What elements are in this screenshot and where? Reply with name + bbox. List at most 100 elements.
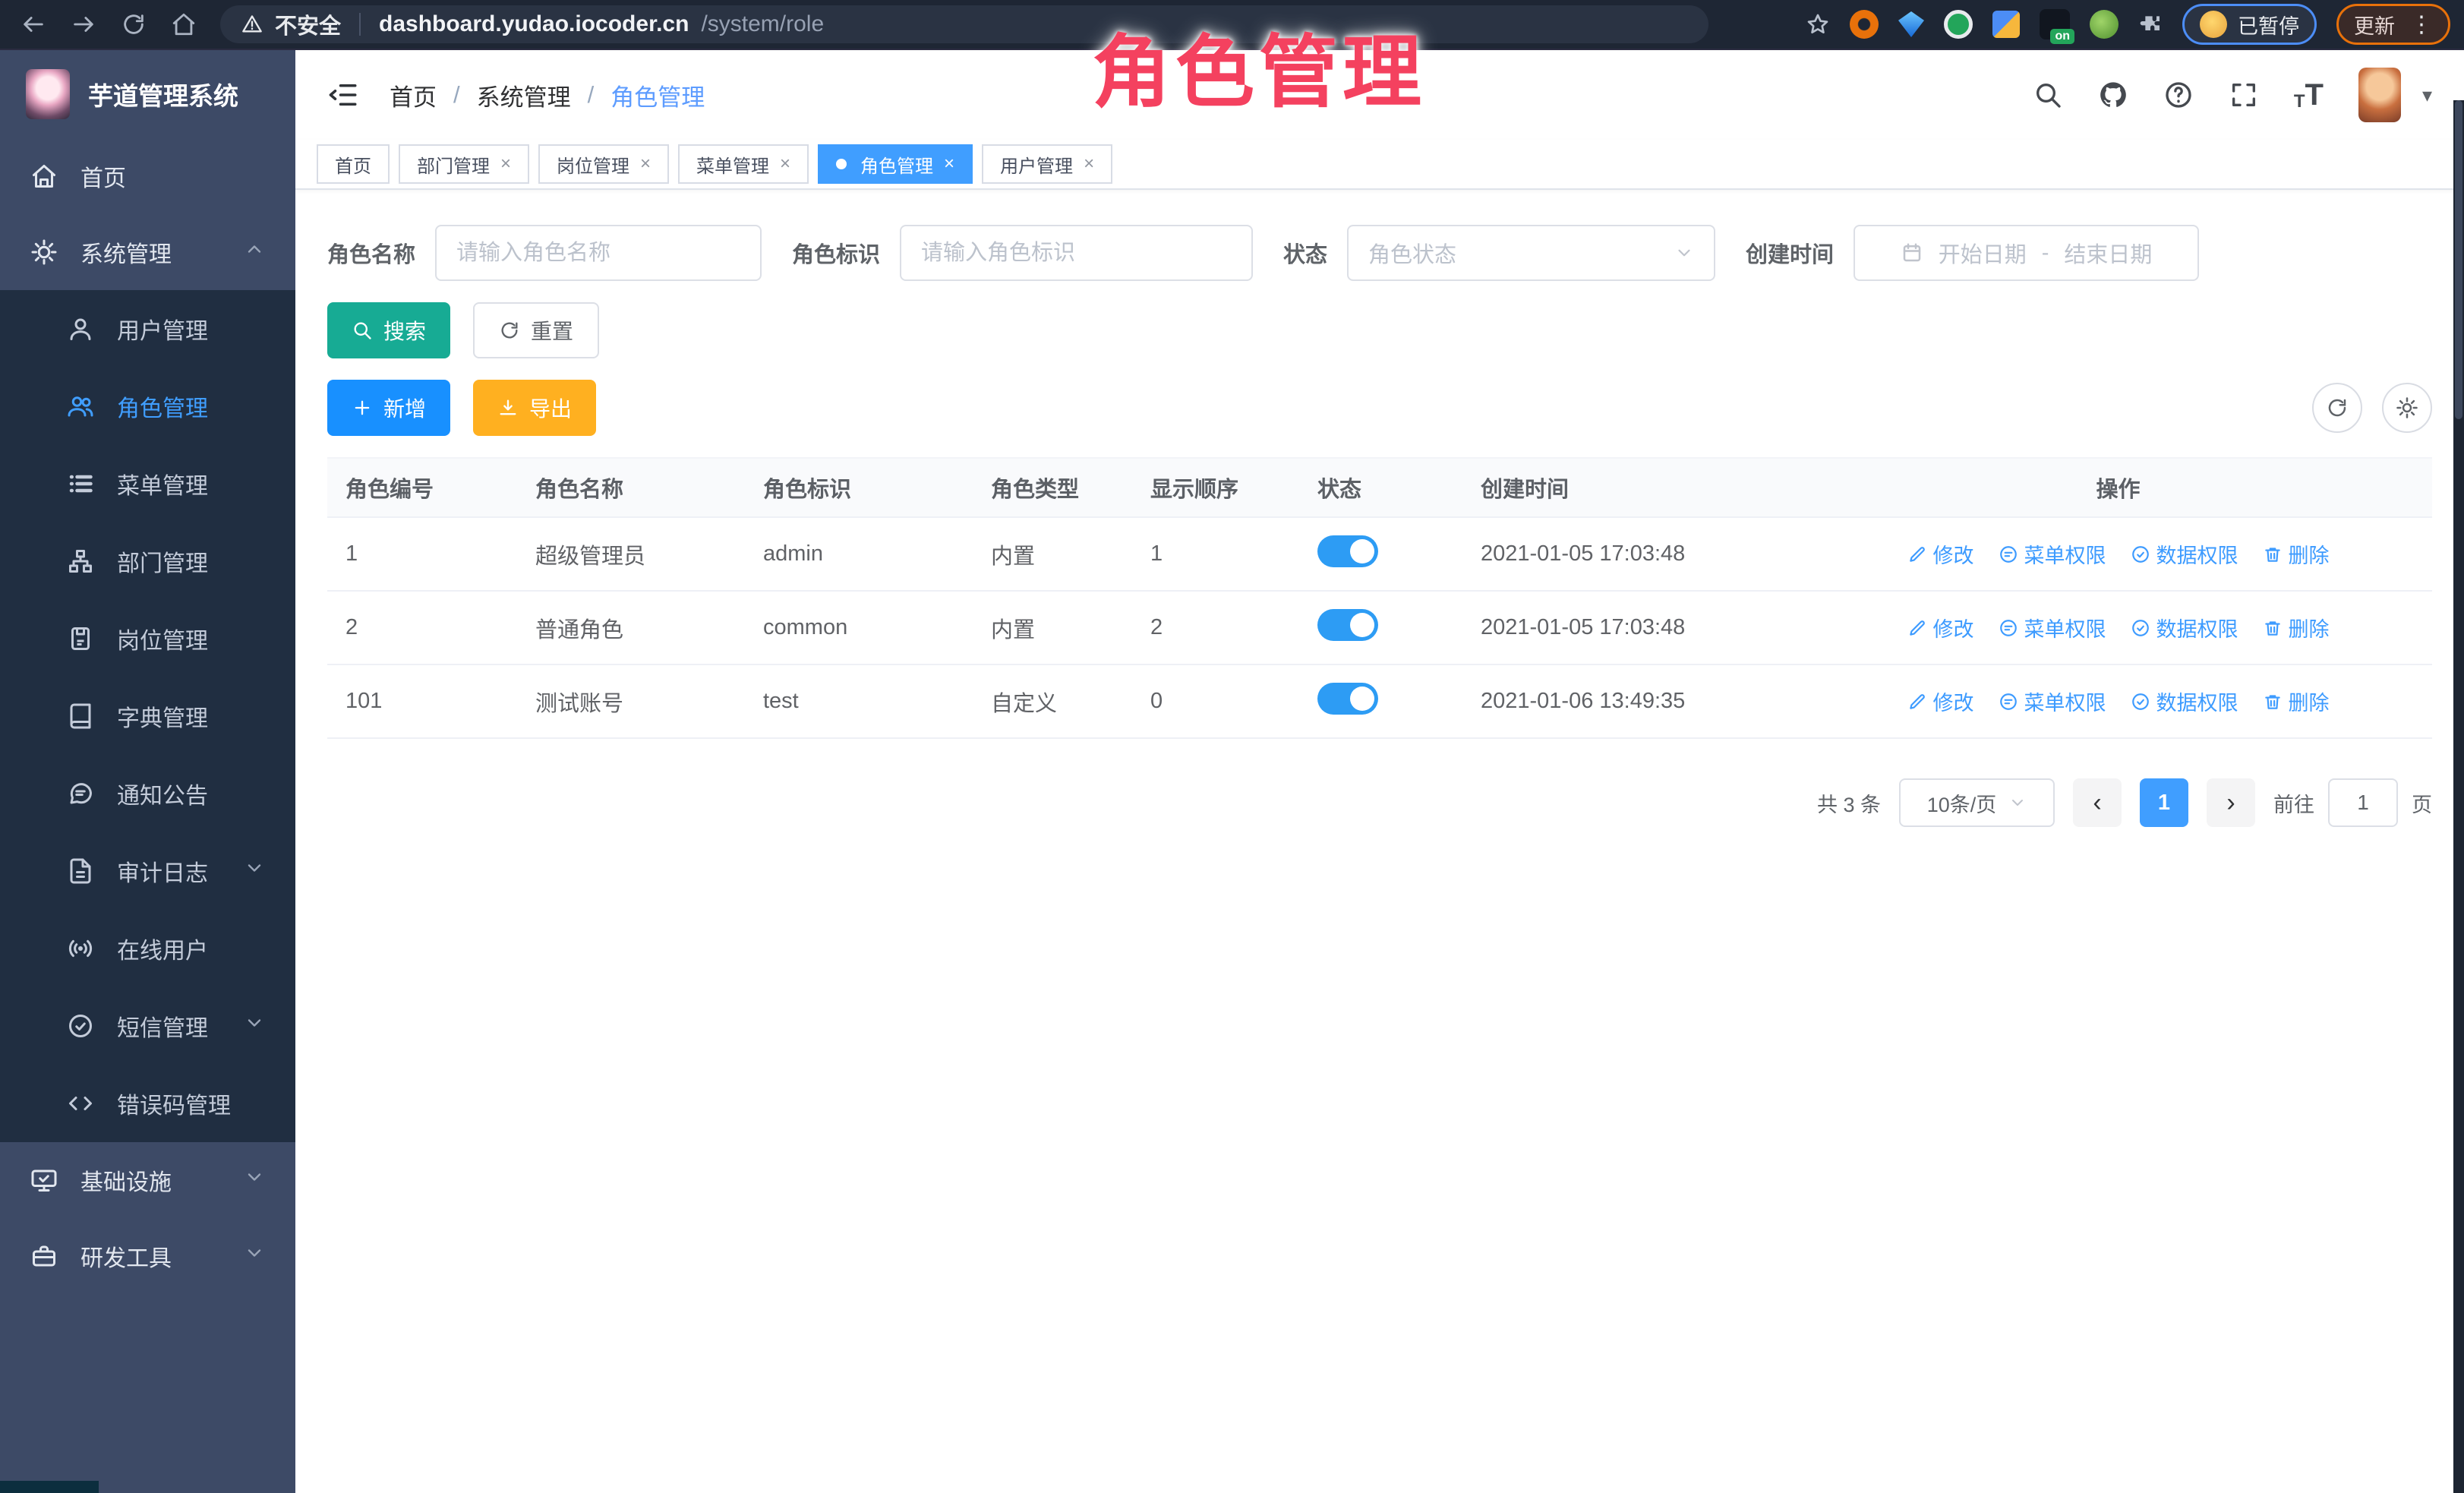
extension-grid-icon[interactable] xyxy=(1992,11,2020,38)
add-button[interactable]: 新增 xyxy=(327,380,450,436)
extension-monkey-icon[interactable] xyxy=(2090,10,2119,39)
sidebar-item-online-users[interactable]: 在线用户 xyxy=(0,910,295,987)
export-button-label: 导出 xyxy=(529,393,572,423)
extension-dark-icon[interactable]: on xyxy=(2040,9,2070,39)
edit-action[interactable]: 修改 xyxy=(1907,687,1974,716)
search-button[interactable]: 搜索 xyxy=(327,302,450,358)
profile-paused-pill[interactable]: 已暂停 xyxy=(2182,4,2317,45)
user-avatar[interactable] xyxy=(2358,68,2401,122)
cell-sort: 0 xyxy=(1132,664,1299,738)
close-icon[interactable]: × xyxy=(640,153,651,175)
status-select[interactable]: 角色状态 xyxy=(1347,225,1715,281)
refresh-table-button[interactable] xyxy=(2312,383,2362,433)
delete-action[interactable]: 删除 xyxy=(2263,687,2330,716)
column-settings-button[interactable] xyxy=(2382,383,2432,433)
edit-action[interactable]: 修改 xyxy=(1907,539,1974,569)
sidebar-item-dev-tools[interactable]: 研发工具 xyxy=(0,1218,295,1294)
header-role-id: 角色编号 xyxy=(327,458,517,517)
page-size-select[interactable]: 10条/页 xyxy=(1899,778,2055,827)
data-permission-action[interactable]: 数据权限 xyxy=(2131,539,2238,569)
app-logo[interactable]: 芋道管理系统 xyxy=(0,50,295,138)
sidebar-item-roles[interactable]: 角色管理 xyxy=(0,368,295,445)
back-icon[interactable] xyxy=(17,8,50,41)
sidebar-item-audit-log[interactable]: 审计日志 xyxy=(0,832,295,910)
sidebar-item-label: 短信管理 xyxy=(117,1009,208,1043)
github-icon[interactable] xyxy=(2098,80,2128,110)
sidebar-item-home[interactable]: 首页 xyxy=(0,138,295,214)
role-key-field[interactable] xyxy=(900,225,1253,281)
extension-green-icon[interactable] xyxy=(1944,10,1973,39)
chevron-down-icon xyxy=(1674,243,1694,263)
close-icon[interactable]: × xyxy=(1084,153,1094,175)
next-page-button[interactable]: › xyxy=(2207,778,2255,827)
help-icon[interactable] xyxy=(2163,80,2194,110)
tab-home[interactable]: 首页 xyxy=(317,144,390,184)
bookmark-star-icon[interactable] xyxy=(1806,12,1830,36)
tab-users[interactable]: 用户管理 × xyxy=(982,144,1112,184)
scrollbar-thumb[interactable] xyxy=(2455,100,2462,419)
sidebar-item-dictionary[interactable]: 字典管理 xyxy=(0,677,295,755)
breadcrumb-system[interactable]: 系统管理 xyxy=(477,78,571,112)
status-select-placeholder: 角色状态 xyxy=(1368,237,1456,269)
breadcrumb-home[interactable]: 首页 xyxy=(390,78,437,112)
sidebar-item-system[interactable]: 系统管理 xyxy=(0,214,295,290)
tab-posts[interactable]: 岗位管理 × xyxy=(538,144,669,184)
sidebar-item-sms[interactable]: 短信管理 xyxy=(0,987,295,1065)
export-button[interactable]: 导出 xyxy=(473,380,596,436)
edit-action[interactable]: 修改 xyxy=(1907,613,1974,642)
sidebar-fold-icon[interactable] xyxy=(327,79,359,111)
update-pill[interactable]: 更新 ⋮ xyxy=(2336,4,2450,45)
chrome-menu-icon[interactable]: ⋮ xyxy=(2410,11,2433,38)
search-button-label: 搜索 xyxy=(383,315,426,346)
role-name-input[interactable] xyxy=(456,241,740,266)
status-toggle-on[interactable] xyxy=(1317,535,1378,567)
status-toggle-on[interactable] xyxy=(1317,683,1378,715)
extension-gem-icon[interactable] xyxy=(1898,11,1924,37)
extension-orange-icon[interactable] xyxy=(1850,10,1879,39)
sidebar-item-users[interactable]: 用户管理 xyxy=(0,290,295,368)
close-icon[interactable]: × xyxy=(500,153,511,175)
tab-roles-active[interactable]: 角色管理 × xyxy=(818,144,973,184)
table-row: 101 测试账号 test 自定义 0 2021-01-06 13:49:35 … xyxy=(327,664,2432,738)
data-permission-action[interactable]: 数据权限 xyxy=(2131,687,2238,716)
prev-page-button[interactable]: ‹ xyxy=(2073,778,2122,827)
menu-permission-action[interactable]: 菜单权限 xyxy=(1999,613,2106,642)
address-bar[interactable]: 不安全 dashboard.yudao.iocoder.cn /system/r… xyxy=(220,5,1708,43)
close-icon[interactable]: × xyxy=(944,153,954,175)
menu-permission-action[interactable]: 菜单权限 xyxy=(1999,539,2106,569)
page-scrollbar[interactable] xyxy=(2453,100,2464,1493)
date-range-picker[interactable]: 开始日期 - 结束日期 xyxy=(1854,225,2199,281)
role-name-field[interactable] xyxy=(435,225,762,281)
reset-button[interactable]: 重置 xyxy=(473,302,599,358)
role-key-input[interactable] xyxy=(921,241,1232,266)
home-icon[interactable] xyxy=(167,8,200,41)
data-permission-action[interactable]: 数据权限 xyxy=(2131,613,2238,642)
sidebar-item-menus[interactable]: 菜单管理 xyxy=(0,445,295,522)
reload-icon[interactable] xyxy=(117,8,150,41)
avatar-caret-icon[interactable]: ▾ xyxy=(2422,84,2432,107)
delete-action[interactable]: 删除 xyxy=(2263,613,2330,642)
extensions-puzzle-icon[interactable] xyxy=(2138,12,2163,36)
goto-page-input[interactable] xyxy=(2328,778,2398,827)
font-size-icon[interactable]: TT xyxy=(2294,78,2324,112)
search-icon[interactable] xyxy=(2033,80,2063,110)
sidebar-item-notices[interactable]: 通知公告 xyxy=(0,755,295,832)
close-icon[interactable]: × xyxy=(780,153,790,175)
sidebar-item-departments[interactable]: 部门管理 xyxy=(0,522,295,600)
fullscreen-icon[interactable] xyxy=(2229,80,2259,110)
date-separator: - xyxy=(2042,241,2049,266)
sidebar-item-posts[interactable]: 岗位管理 xyxy=(0,600,295,677)
sidebar-item-infrastructure[interactable]: 基础设施 xyxy=(0,1142,295,1218)
menu-permission-action[interactable]: 菜单权限 xyxy=(1999,687,2106,716)
forward-icon[interactable] xyxy=(67,8,100,41)
insecure-label[interactable]: 不安全 xyxy=(275,8,341,40)
book-icon xyxy=(67,702,94,730)
url-host[interactable]: dashboard.yudao.iocoder.cn xyxy=(379,11,689,37)
sidebar-item-error-codes[interactable]: 错误码管理 xyxy=(0,1065,295,1142)
tab-menus[interactable]: 菜单管理 × xyxy=(678,144,809,184)
current-page-button[interactable]: 1 xyxy=(2140,778,2188,827)
status-toggle-on[interactable] xyxy=(1317,609,1378,641)
delete-action[interactable]: 删除 xyxy=(2263,539,2330,569)
url-path[interactable]: /system/role xyxy=(701,11,824,37)
tab-departments[interactable]: 部门管理 × xyxy=(399,144,529,184)
